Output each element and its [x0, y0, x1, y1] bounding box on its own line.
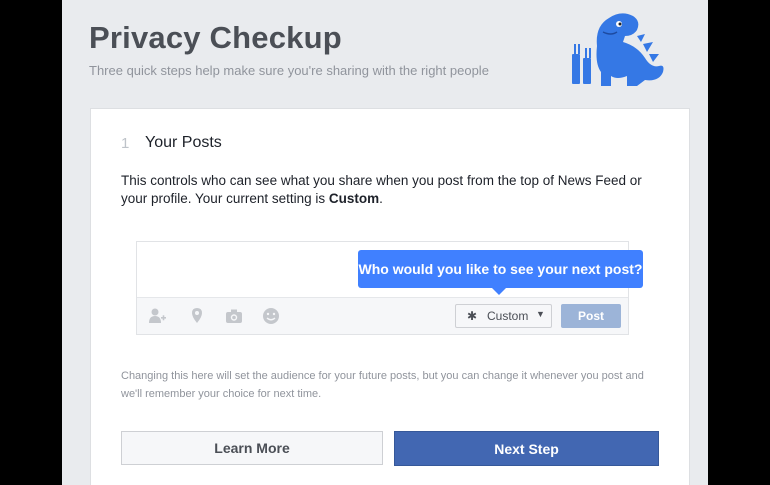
step-description: This controls who can see what you share… — [121, 172, 666, 208]
description-end: . — [379, 191, 383, 206]
current-setting: Custom — [328, 191, 380, 206]
feeling-icon — [263, 308, 279, 324]
composer-toolbar: ✱ Custom ▼ Post — [137, 297, 628, 334]
learn-more-button[interactable]: Learn More — [121, 431, 383, 465]
next-step-button[interactable]: Next Step — [394, 431, 659, 466]
privacy-checkup-dialog: Privacy Checkup Three quick steps help m… — [62, 0, 708, 485]
chevron-down-icon: ▼ — [536, 309, 545, 319]
post-button[interactable]: Post — [561, 304, 621, 328]
step-card: 1 Your Posts This controls who can see w… — [90, 108, 690, 485]
location-icon — [192, 308, 202, 323]
step-title: Your Posts — [145, 134, 222, 151]
audience-selector-button[interactable]: ✱ Custom ▼ — [455, 304, 552, 328]
audience-tooltip: Who would you like to see your next post… — [358, 250, 643, 288]
setting-note: Changing this here will set the audience… — [121, 370, 644, 400]
gear-icon: ✱ — [467, 309, 478, 323]
privacy-dinosaur-icon — [572, 13, 664, 86]
page-subtitle: Three quick steps help make sure you're … — [89, 63, 489, 78]
page-title: Privacy Checkup — [89, 20, 342, 55]
tooltip-arrow — [492, 288, 506, 295]
tag-friends-icon — [149, 308, 166, 323]
step-number: 1 — [121, 135, 130, 152]
camera-icon — [226, 309, 242, 323]
audience-label: Custom — [487, 309, 529, 323]
